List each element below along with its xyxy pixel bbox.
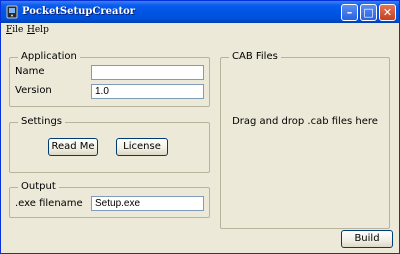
window-title: PocketSetupCreator <box>22 6 136 17</box>
name-field[interactable] <box>91 65 204 80</box>
menu-file[interactable]: File <box>6 24 23 36</box>
name-label: Name <box>15 66 45 77</box>
version-field[interactable] <box>91 84 204 99</box>
application-legend: Application <box>18 50 80 64</box>
build-button[interactable]: Build <box>341 230 393 248</box>
settings-group: Settings Read Me License <box>9 115 210 173</box>
menu-help[interactable]: Help <box>27 24 49 36</box>
application-group: Application Name Version <box>9 50 210 107</box>
title-bar[interactable]: PocketSetupCreator – □ ✕ <box>1 1 399 23</box>
app-icon <box>6 5 18 19</box>
cab-files-legend: CAB Files <box>229 50 281 64</box>
cab-files-group: CAB Files Drag and drop .cab files here <box>220 50 390 229</box>
minimize-button[interactable]: – <box>341 4 358 21</box>
menu-bar: File Help <box>1 23 399 37</box>
read-me-button[interactable]: Read Me <box>48 138 98 156</box>
cab-drop-zone[interactable]: Drag and drop .cab files here <box>221 116 389 127</box>
output-legend: Output <box>18 180 59 194</box>
license-button[interactable]: License <box>116 138 168 156</box>
exe-filename-field[interactable] <box>91 196 204 211</box>
output-group: Output .exe filename <box>9 180 210 218</box>
main-window: PocketSetupCreator – □ ✕ File Help Appli… <box>0 0 400 254</box>
version-label: Version <box>15 85 52 96</box>
maximize-icon: □ <box>363 6 374 19</box>
close-button[interactable]: ✕ <box>379 4 396 21</box>
maximize-button[interactable]: □ <box>360 4 377 21</box>
close-icon: ✕ <box>382 6 393 19</box>
minimize-icon: – <box>346 6 353 19</box>
settings-legend: Settings <box>18 115 66 129</box>
client-area: Application Name Version Settings Read M… <box>1 37 399 253</box>
exe-filename-label: .exe filename <box>15 198 83 209</box>
